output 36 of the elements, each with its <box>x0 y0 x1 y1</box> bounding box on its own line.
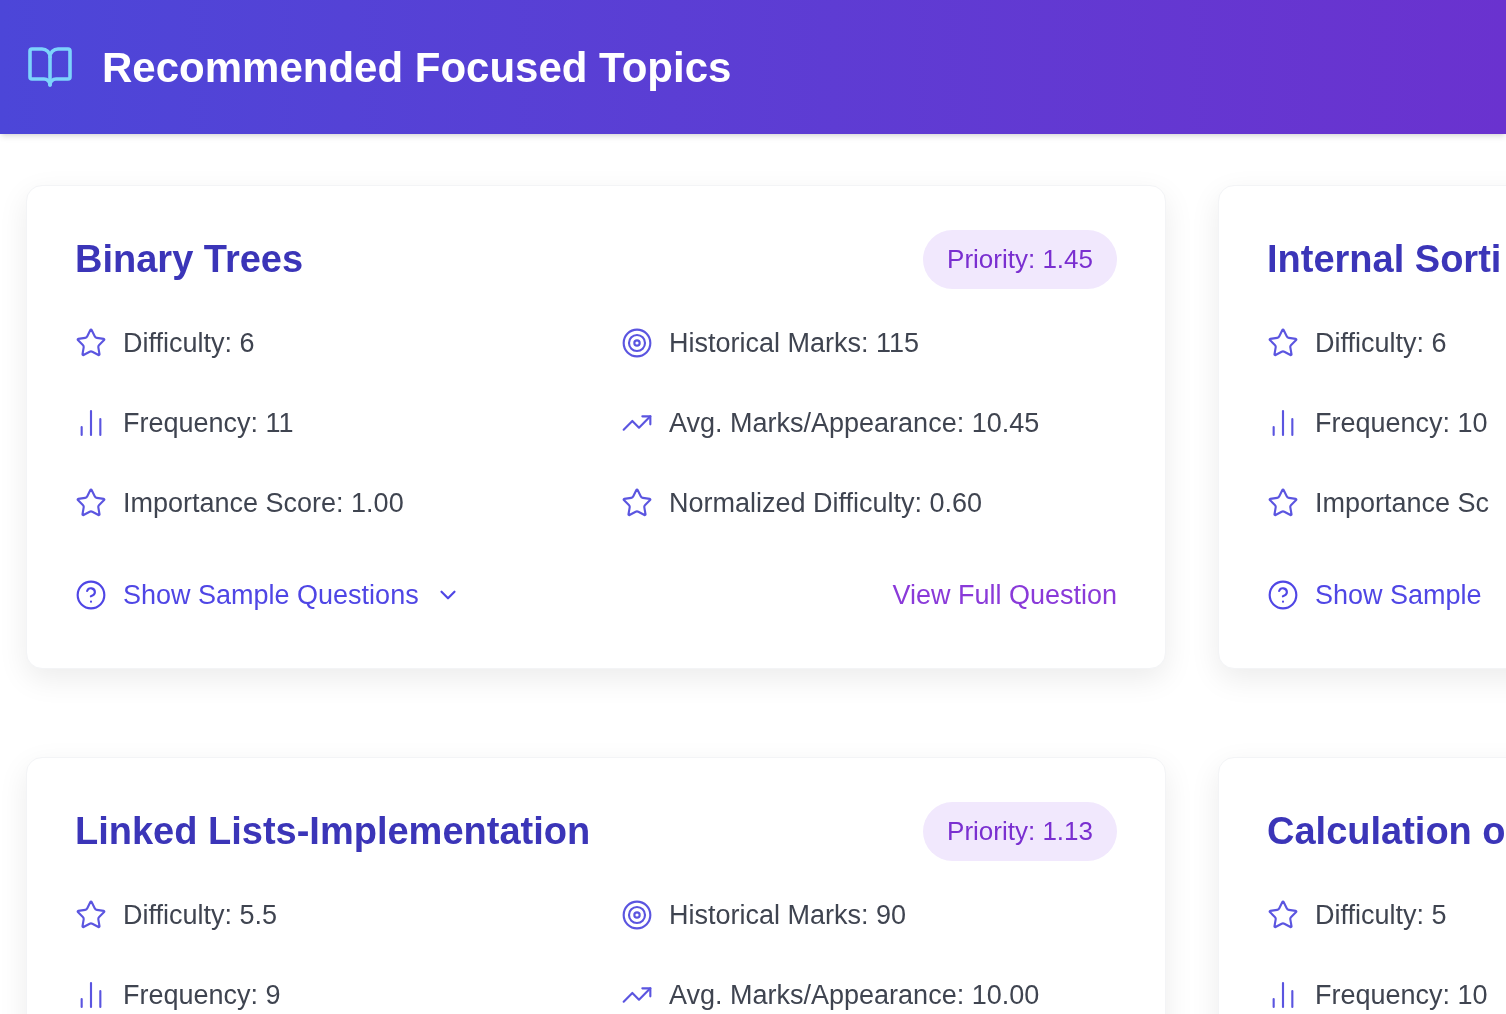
star-icon <box>75 487 107 519</box>
topic-title: Binary Trees <box>75 236 304 282</box>
target-icon <box>621 327 653 359</box>
help-icon <box>1267 579 1299 611</box>
stat-text: Difficulty: 6 <box>1315 326 1447 360</box>
star-icon <box>75 899 107 931</box>
star-icon <box>621 487 653 519</box>
stat-text: Frequency: 10 <box>1315 978 1488 1012</box>
stat-text: Historical Marks: 115 <box>669 326 920 360</box>
star-icon <box>1267 899 1299 931</box>
stat-text: Importance Score: 1.00 <box>123 486 404 520</box>
help-icon <box>75 579 107 611</box>
view-full-question-link[interactable]: View Full Question <box>892 574 1117 616</box>
show-sample-questions-button[interactable]: Show Sample <box>1267 574 1482 616</box>
stat-text: Difficulty: 5.5 <box>123 898 278 932</box>
star-icon <box>1267 327 1299 359</box>
stat-text: Historical Marks: 90 <box>669 898 907 932</box>
stat-text: Avg. Marks/Appearance: 10.00 <box>669 978 1040 1012</box>
stat-text: Frequency: 10 <box>1315 406 1488 440</box>
topic-title: Calculation o <box>1267 808 1506 854</box>
stat-text: Difficulty: 5 <box>1315 898 1447 932</box>
star-icon <box>1267 487 1299 519</box>
stat-text: Importance Sc <box>1315 486 1490 520</box>
stat-text: Frequency: 9 <box>123 978 281 1012</box>
topic-title: Internal Sorti <box>1267 236 1502 282</box>
stat-text: Difficulty: 6 <box>123 326 255 360</box>
priority-badge: Priority: 1.45 <box>923 229 1117 289</box>
target-icon <box>621 899 653 931</box>
topic-title: Linked Lists-Implementation <box>75 808 591 854</box>
star-icon <box>75 327 107 359</box>
stat-text: Normalized Difficulty: 0.60 <box>669 486 983 520</box>
priority-badge: Priority: 1.13 <box>923 801 1117 861</box>
stat-text: Frequency: 11 <box>123 406 294 440</box>
page-title: Recommended Focused Topics <box>102 42 732 93</box>
stat-text: Avg. Marks/Appearance: 10.45 <box>669 406 1040 440</box>
show-sample-questions-button[interactable]: Show Sample Questions <box>75 574 461 616</box>
